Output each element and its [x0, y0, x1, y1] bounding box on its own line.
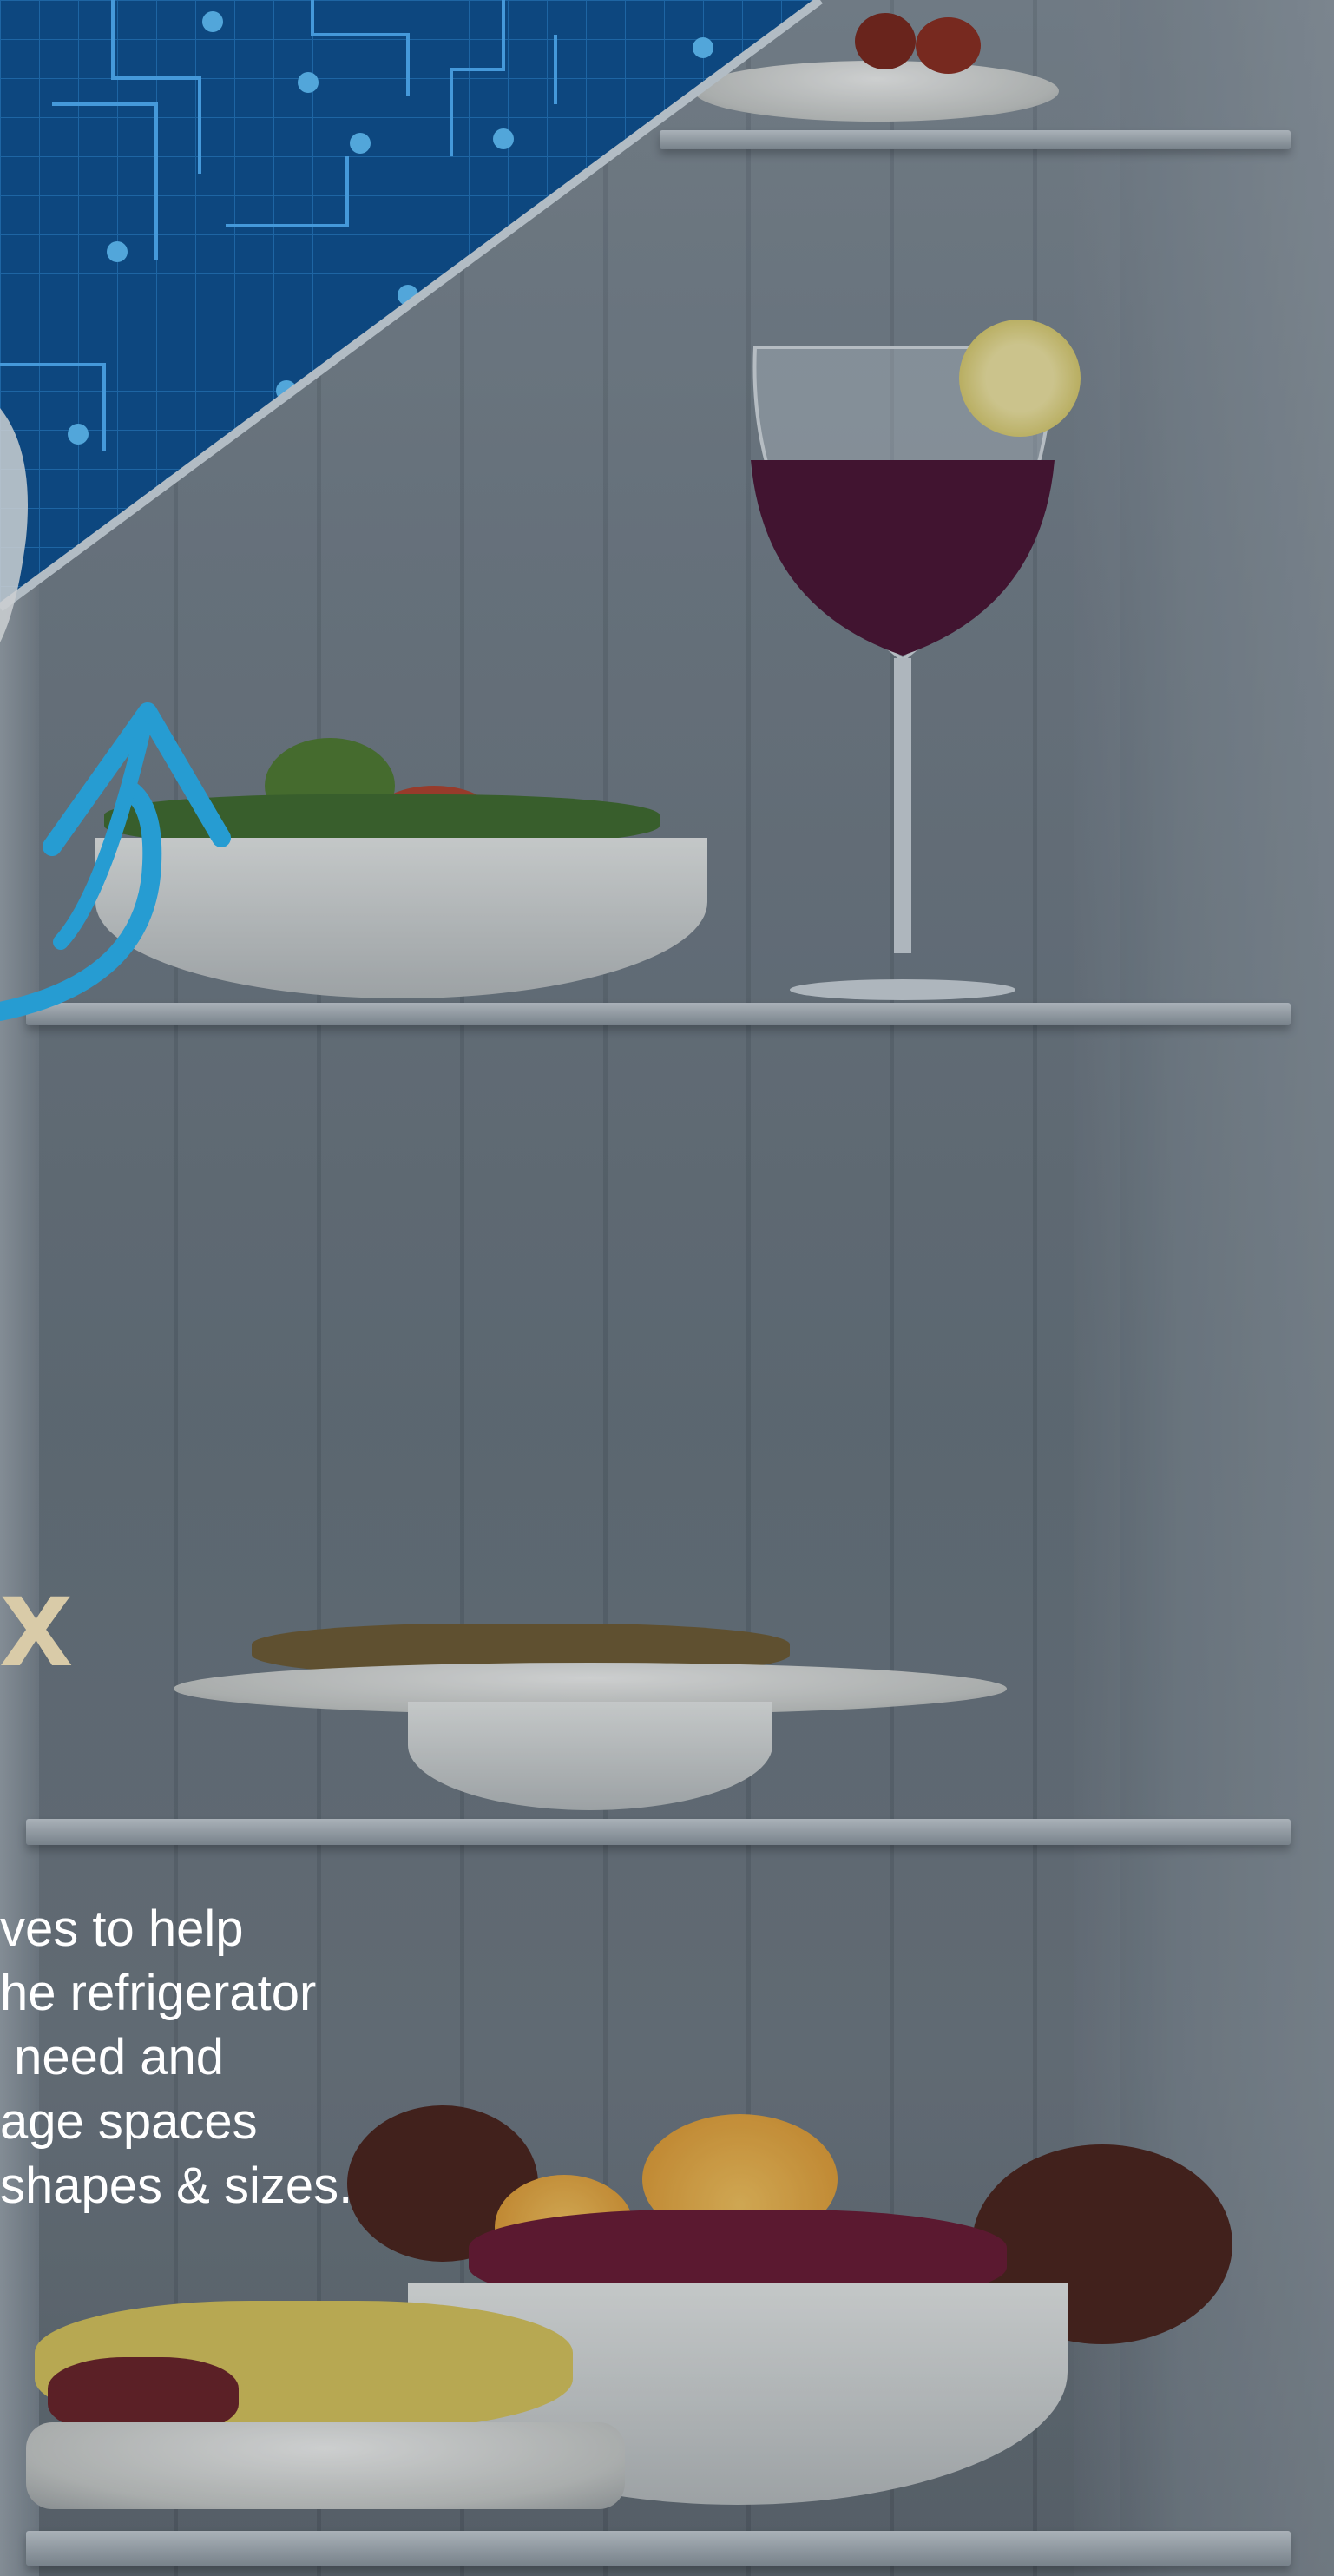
description-line: age spaces: [0, 2093, 258, 2150]
headline-fragment: x: [0, 1547, 75, 1693]
description-line: need and: [0, 2029, 225, 2085]
description-text: ves to help he refrigerator need and age…: [0, 1897, 451, 2218]
description-line: shapes & sizes.: [0, 2158, 353, 2214]
description-line: he refrigerator: [0, 1965, 317, 2021]
curved-up-arrow-icon: [0, 702, 231, 1021]
description-line: ves to help: [0, 1901, 244, 1957]
